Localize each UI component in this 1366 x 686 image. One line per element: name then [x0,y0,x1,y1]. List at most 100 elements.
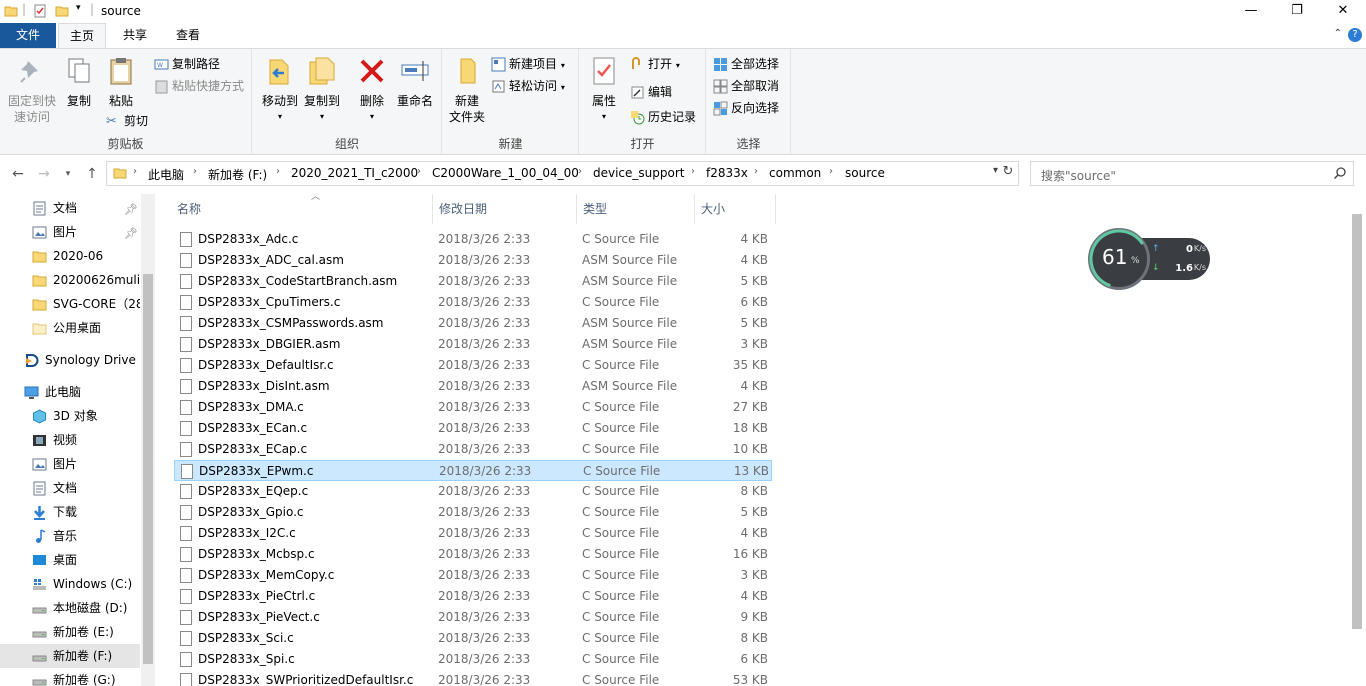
nav-item-pictures-pinned[interactable]: 图片 📌︎ [0,220,140,244]
quick-access-dropdown-icon[interactable]: ▾ [76,3,81,13]
tab-home[interactable]: 主页 [58,23,106,49]
column-header-type[interactable]: 类型 [577,194,695,224]
forward-arrow-icon[interactable]: → [34,166,54,182]
copy-to-button[interactable]: 复制到 ▾ [301,55,343,125]
file-row[interactable]: DSP2833x_CpuTimers.c 2018/3/26 2:33 C Sour… [174,292,772,313]
rename-button[interactable]: 重命名 [393,55,437,109]
nav-item-windows-c[interactable]: Windows (C:) [0,572,140,596]
file-row[interactable]: DSP2833x_DisInt.asm 2018/3/26 2:33 ASM Sou… [174,376,772,397]
file-row[interactable]: DSP2833x_CSMPasswords.asm 2018/3/26 2:33 A… [174,313,772,334]
nav-item-folder-mulitsim[interactable]: 20200626mulitsim [0,268,140,292]
file-row[interactable]: DSP2833x_Sci.c 2018/3/26 2:33 C Source Fil… [174,628,772,649]
move-to-button[interactable]: 移动到 ▾ [259,55,301,125]
file-row[interactable]: DSP2833x_PieVect.c 2018/3/26 2:33 C Source… [174,607,772,628]
pin-icon[interactable]: 📌︎ [124,222,138,244]
file-row[interactable]: DSP2833x_MemCopy.c 2018/3/26 2:33 C Source… [174,565,772,586]
file-row[interactable]: DSP2833x_DMA.c 2018/3/26 2:33 C Source Fil… [174,397,772,418]
maximize-button[interactable]: ❐ [1274,0,1320,23]
tab-share[interactable]: 共享 [110,23,160,48]
file-row[interactable]: DSP2833x_Spi.c 2018/3/26 2:33 C Source Fil… [174,649,772,670]
breadcrumb-source[interactable]: source [845,166,885,180]
nav-item-downloads[interactable]: 下载 [0,500,140,524]
new-folder-button[interactable]: 新建 文件夹 [447,55,487,125]
breadcrumb-separator-icon[interactable]: › [829,166,833,177]
invert-selection-button[interactable]: 反向选择 [713,98,779,118]
breadcrumb-separator-icon[interactable]: › [754,166,758,177]
breadcrumb-device-support[interactable]: device_support [593,166,685,180]
file-row[interactable]: DSP2833x_Adc.c 2018/3/26 2:33 C Source Fil… [174,229,772,250]
column-header-modified[interactable]: 修改日期 [433,194,577,224]
file-row[interactable]: DSP2833x_Gpio.c 2018/3/26 2:33 C Source Fi… [174,502,772,523]
select-none-button[interactable]: 全部取消 [713,76,779,96]
minimize-button[interactable]: — [1228,0,1274,23]
nav-item-drive-d[interactable]: 本地磁盘 (D:) [0,596,140,620]
file-row[interactable]: DSP2833x_I2C.c 2018/3/26 2:33 C Source Fil… [174,523,772,544]
new-folder-quick-icon[interactable] [55,4,69,18]
nav-item-desktop[interactable]: 桌面 [0,548,140,572]
close-button[interactable]: ✕ [1320,0,1366,23]
list-scrollbar-thumb[interactable] [1352,214,1362,629]
cut-button[interactable]: ✂ 剪切 [106,111,148,131]
collapse-ribbon-icon[interactable]: ⌃ [1334,28,1342,39]
breadcrumb-f2833x[interactable]: f2833x [706,166,748,180]
search-icon[interactable] [1333,166,1347,180]
select-all-button[interactable]: 全部选择 [713,54,779,74]
network-monitor-widget[interactable]: ↑ 0 K/s ↓ 1.6 K/s 61 % [1088,228,1210,290]
copy-button[interactable]: 复制 [60,55,98,109]
edit-button[interactable]: 编辑 [630,82,672,102]
nav-item-videos[interactable]: 视频 [0,428,140,452]
breadcrumb-separator-icon[interactable]: › [193,166,197,177]
properties-button[interactable]: 属性 ▾ [586,55,622,125]
nav-item-folder-svg-core[interactable]: SVG-CORE（28 [0,292,140,316]
nav-scrollbar-thumb[interactable] [143,274,153,664]
breadcrumb-drive-f[interactable]: 新加卷 (F:) [208,166,267,183]
file-row[interactable]: DSP2833x_EPwm.c 2018/3/26 2:33 C Source Fi… [174,460,772,481]
up-arrow-icon[interactable]: ↑ [82,166,102,182]
nav-item-drive-e[interactable]: 新加卷 (E:) [0,620,140,644]
nav-item-folder-2020-06[interactable]: 2020-06 [0,244,140,268]
nav-item-drive-f[interactable]: 新加卷 (F:) [0,644,140,668]
nav-item-synology-drive[interactable]: Synology Drive - [0,348,140,372]
copy-path-button[interactable]: W 复制路径 [154,54,220,74]
column-header-size[interactable]: 大小 [695,194,776,224]
delete-button[interactable]: 删除 ▾ [353,55,391,125]
breadcrumb-separator-icon[interactable]: › [276,166,280,177]
file-row[interactable]: DSP2833x_SWPrioritizedDefaultIsr.c 2018/3… [174,670,772,686]
search-box[interactable]: 搜索"source" [1030,161,1354,186]
new-item-button[interactable]: 新建项目 ▾ [491,54,565,74]
file-row[interactable]: DSP2833x_ADC_cal.asm 2018/3/26 2:33 ASM So… [174,250,772,271]
nav-item-public-desktop[interactable]: 公用桌面 [0,316,140,340]
nav-item-drive-g[interactable]: 新加卷 (G:) [0,668,140,686]
breadcrumb-separator-icon[interactable]: › [417,166,421,177]
breadcrumb-this-pc[interactable]: 此电脑 [148,166,184,183]
nav-item-documents-pinned[interactable]: 文档 📌︎ [0,196,140,220]
file-row[interactable]: DSP2833x_PieCtrl.c 2018/3/26 2:33 C Source… [174,586,772,607]
nav-item-pictures[interactable]: 图片 [0,452,140,476]
properties-quick-icon[interactable] [33,4,47,18]
nav-item-music[interactable]: 音乐 [0,524,140,548]
file-row[interactable]: DSP2833x_ECan.c 2018/3/26 2:33 C Source Fi… [174,418,772,439]
column-header-name[interactable]: 名称 ︿ [171,194,433,224]
easy-access-button[interactable]: 轻松访问 ▾ [491,76,565,96]
breadcrumb-separator-icon[interactable]: › [578,166,582,177]
address-bar[interactable]: › 此电脑 › 新加卷 (F:) › 2020_2021_TI_c2000 › … [106,161,1019,186]
help-icon[interactable]: ? [1348,28,1362,42]
nav-item-3d-objects[interactable]: 3D 对象 [0,404,140,428]
refresh-icon[interactable]: ↻ [1000,164,1016,182]
file-row[interactable]: DSP2833x_EQep.c 2018/3/26 2:33 C Source Fi… [174,481,772,502]
file-row[interactable]: DSP2833x_ECap.c 2018/3/26 2:33 C Source Fi… [174,439,772,460]
pin-icon[interactable]: 📌︎ [124,198,138,220]
back-arrow-icon[interactable]: ← [8,166,28,182]
nav-item-documents[interactable]: 文档 [0,476,140,500]
file-row[interactable]: DSP2833x_DBGIER.asm 2018/3/26 2:33 ASM Sou… [174,334,772,355]
address-history-dropdown-icon[interactable]: ▾ [993,165,998,176]
breadcrumb-separator-icon[interactable]: › [133,166,137,177]
paste-shortcut-button[interactable]: 粘贴快捷方式 [154,76,244,96]
recent-dropdown-icon[interactable]: ▾ [58,169,78,179]
tab-view[interactable]: 查看 [164,23,212,48]
paste-button[interactable]: 粘贴 [102,55,140,109]
file-row[interactable]: DSP2833x_DefaultIsr.c 2018/3/26 2:33 C Sou… [174,355,772,376]
nav-item-this-pc[interactable]: 此电脑 [0,380,140,404]
open-button[interactable]: 打开 ▾ [630,54,680,74]
breadcrumb-c2000ware[interactable]: C2000Ware_1_00_04_00 [432,166,579,180]
